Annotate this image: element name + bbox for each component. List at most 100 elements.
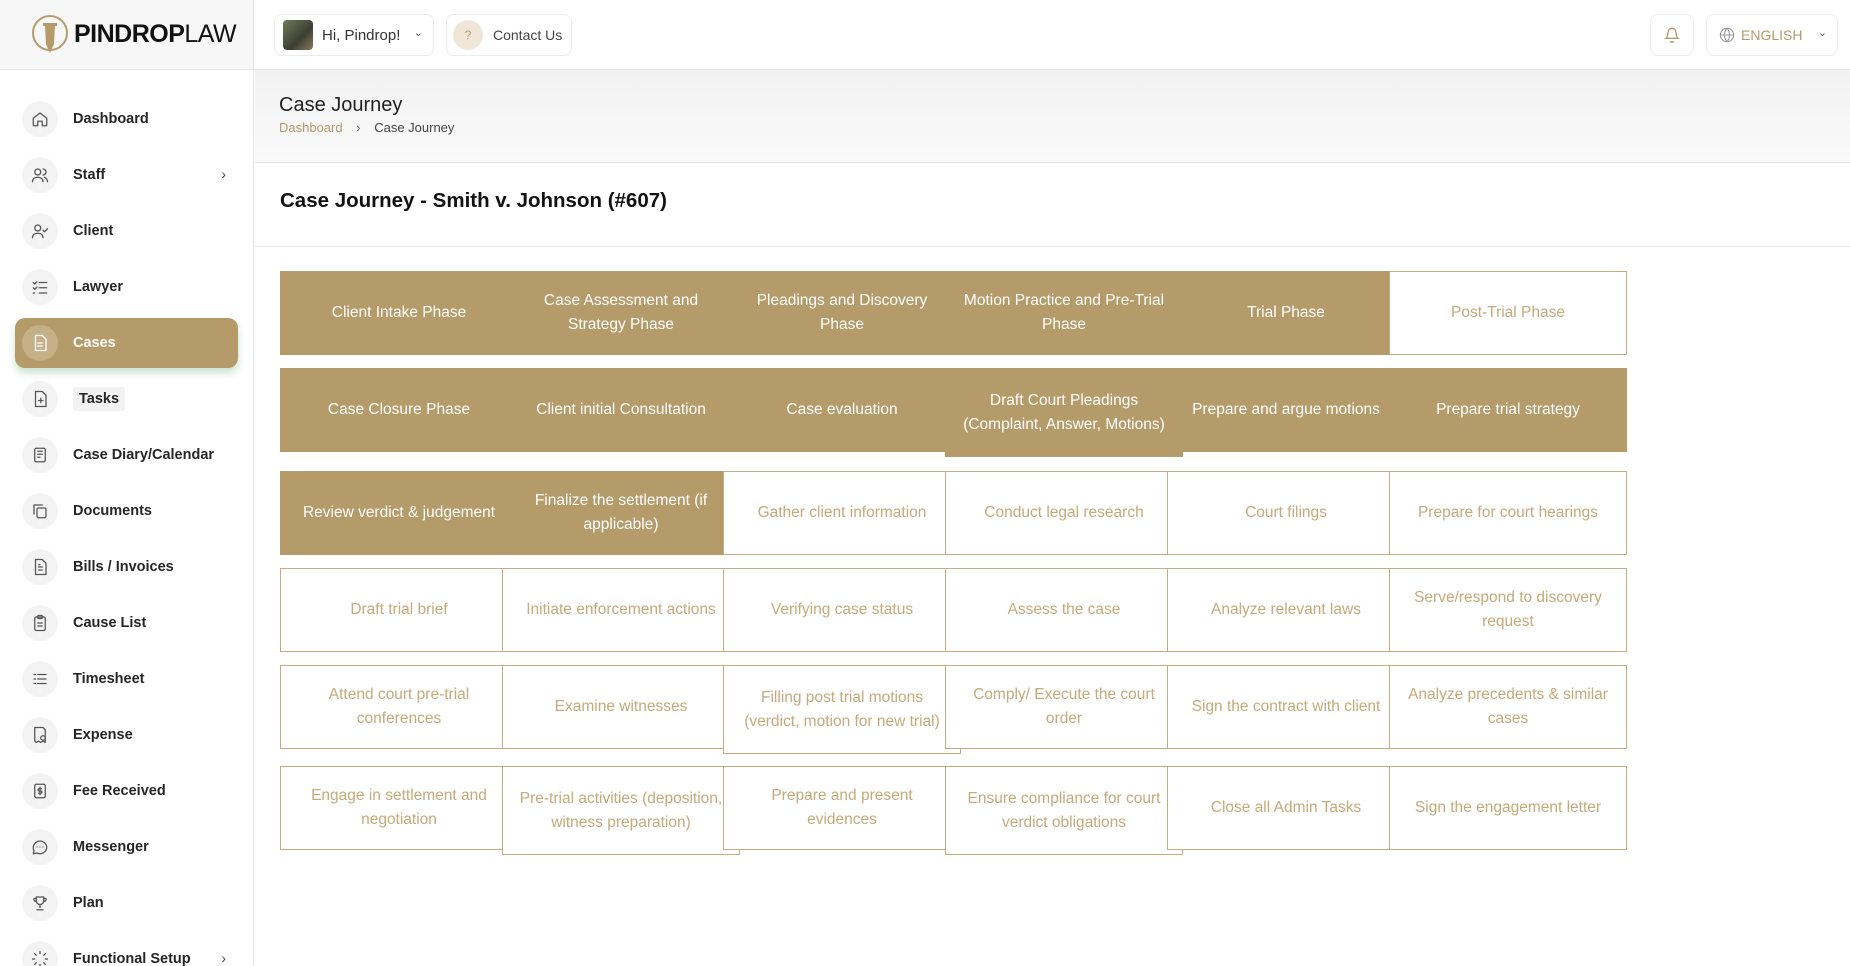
journey-card[interactable]: Engage in settlement and negotiation <box>280 766 518 850</box>
list-icon <box>22 661 58 697</box>
invoice-icon <box>22 549 58 585</box>
chevron-right-icon: › <box>221 950 226 966</box>
journey-card[interactable]: Post-Trial Phase <box>1389 271 1627 355</box>
journey-card[interactable]: Sign the engagement letter <box>1389 766 1627 850</box>
sidebar-item-lawyer[interactable]: Lawyer <box>15 262 238 312</box>
sidebar-item-label: Cases <box>73 335 116 351</box>
sidebar-item-label: Bills / Invoices <box>73 559 174 575</box>
journey-card[interactable]: Examine witnesses <box>502 665 740 749</box>
page-header: Case Journey Dashboard › Case Journey <box>255 70 1850 163</box>
journey-card[interactable]: Draft trial brief <box>280 568 518 652</box>
journey-card[interactable]: Sign the contract with client <box>1167 665 1405 749</box>
journey-card[interactable]: Prepare and present evidences <box>723 766 961 850</box>
user-greeting: Hi, Pindrop! <box>322 26 401 44</box>
sidebar-item-label: Messenger <box>73 839 149 855</box>
sidebar-item-cases[interactable]: Cases <box>15 318 238 368</box>
receipt-icon <box>22 717 58 753</box>
breadcrumb: Dashboard › Case Journey <box>279 120 454 135</box>
journey-card[interactable]: Ensure compliance for court verdict obli… <box>945 766 1183 855</box>
journey-card[interactable]: Pre-trial activities (deposition, witnes… <box>502 766 740 855</box>
journey-card[interactable]: Prepare and argue motions <box>1167 368 1405 452</box>
sidebar-item-client[interactable]: Client <box>15 206 238 256</box>
sidebar-item-label: Functional Setup <box>73 951 191 966</box>
help-circle-icon: ? <box>453 20 483 50</box>
sidebar-item-case-diary-calendar[interactable]: Case Diary/Calendar <box>15 430 238 480</box>
users-icon <box>22 157 58 193</box>
home-icon <box>22 101 58 137</box>
case-journey-header: Case Journey - Smith v. Johnson (#607) <box>255 163 1850 247</box>
chat-icon <box>22 829 58 865</box>
sidebar-item-staff[interactable]: Staff › <box>15 150 238 200</box>
journey-card[interactable]: Client Intake Phase <box>280 271 518 355</box>
sidebar-item-label: Client <box>73 223 114 239</box>
breadcrumb-link-dashboard[interactable]: Dashboard <box>279 120 343 135</box>
journey-card[interactable]: Finalize the settlement (if applicable) <box>502 471 740 555</box>
sidebar-item-messenger[interactable]: Messenger <box>15 822 238 872</box>
avatar <box>283 20 313 50</box>
journey-card[interactable]: Gather client information <box>723 471 961 555</box>
dollar-file-icon <box>22 773 58 809</box>
journey-card[interactable]: Analyze precedents & similar cases <box>1389 665 1627 749</box>
sidebar-nav: Dashboard Staff › Client Lawyer Cases Tasks Cas… <box>0 70 253 966</box>
document-icon <box>22 325 58 361</box>
journey-card[interactable]: Motion Practice and Pre-Trial Phase <box>945 271 1183 355</box>
contact-us-button[interactable]: ? Contact Us <box>446 14 572 56</box>
sidebar-item-label: Documents <box>73 503 152 519</box>
user-menu-button[interactable]: Hi, Pindrop! ⌄ <box>274 14 434 56</box>
sidebar-item-label: Tasks <box>73 387 126 411</box>
sidebar-item-bills-invoices[interactable]: Bills / Invoices <box>15 542 238 592</box>
journey-card[interactable]: Attend court pre-trial conferences <box>280 665 518 749</box>
sidebar-item-dashboard[interactable]: Dashboard <box>15 94 238 144</box>
journey-card[interactable]: Conduct legal research <box>945 471 1183 555</box>
sidebar-item-label: Timesheet <box>73 671 145 687</box>
sidebar-item-documents[interactable]: Documents <box>15 486 238 536</box>
journey-card[interactable]: Initiate enforcement actions <box>502 568 740 652</box>
journey-card[interactable]: Case Assessment and Strategy Phase <box>502 271 740 355</box>
sidebar-item-plan[interactable]: Plan <box>15 878 238 928</box>
journey-card[interactable]: Filling post trial motions (verdict, mot… <box>723 665 961 754</box>
sidebar-item-label: Cause List <box>73 615 147 631</box>
journey-card[interactable]: Draft Court Pleadings (Complaint, Answer… <box>945 368 1183 457</box>
trophy-icon <box>22 885 58 921</box>
journey-card[interactable]: Close all Admin Tasks <box>1167 766 1405 850</box>
pillar-logo-icon <box>32 13 68 57</box>
sidebar-item-label: Expense <box>73 727 133 743</box>
brand-logo[interactable]: PINDROPLAW <box>0 0 253 70</box>
journey-card[interactable]: Analyze relevant laws <box>1167 568 1405 652</box>
user-check-icon <box>22 213 58 249</box>
sidebar-item-fee-received[interactable]: Fee Received <box>15 766 238 816</box>
notifications-button[interactable] <box>1650 14 1694 56</box>
sidebar-item-functional-setup[interactable]: Functional Setup › <box>15 934 238 966</box>
chevron-right-icon: › <box>356 120 361 135</box>
topbar: Hi, Pindrop! ⌄ ? Contact Us ENGLISH ⌄ <box>254 0 1850 70</box>
journey-card[interactable]: Review verdict & judgement <box>280 471 518 555</box>
brand-name: PINDROPLAW <box>74 20 237 48</box>
language-selector[interactable]: ENGLISH ⌄ <box>1706 14 1838 56</box>
journey-card[interactable]: Pleadings and Discovery Phase <box>723 271 961 355</box>
journey-card[interactable]: Case evaluation <box>723 368 961 452</box>
journey-card[interactable]: Trial Phase <box>1167 271 1405 355</box>
sidebar-item-label: Plan <box>73 895 104 911</box>
diary-icon <box>22 437 58 473</box>
sidebar-item-label: Lawyer <box>73 279 123 295</box>
sidebar-item-cause-list[interactable]: Cause List <box>15 598 238 648</box>
journey-card[interactable]: Prepare trial strategy <box>1389 368 1627 452</box>
contact-us-label: Contact Us <box>493 27 563 43</box>
journey-card[interactable]: Client initial Consultation <box>502 368 740 452</box>
globe-icon <box>1719 27 1735 43</box>
chevron-down-icon: ⌄ <box>413 27 423 39</box>
journey-card[interactable]: Case Closure Phase <box>280 368 518 452</box>
breadcrumb-current: Case Journey <box>374 120 455 135</box>
journey-card[interactable]: Serve/respond to discovery request <box>1389 568 1627 652</box>
journey-card[interactable]: Comply/ Execute the court order <box>945 665 1183 749</box>
journey-card[interactable]: Assess the case <box>945 568 1183 652</box>
journey-card[interactable]: Court filings <box>1167 471 1405 555</box>
copy-icon <box>22 493 58 529</box>
journey-card[interactable]: Verifying case status <box>723 568 961 652</box>
sidebar-item-expense[interactable]: Expense <box>15 710 238 760</box>
sidebar-item-timesheet[interactable]: Timesheet <box>15 654 238 704</box>
journey-card[interactable]: Prepare for court hearings <box>1389 471 1627 555</box>
sidebar: PINDROPLAW Dashboard Staff › Client Lawyer Ca… <box>0 0 254 966</box>
sidebar-item-tasks[interactable]: Tasks <box>15 374 238 424</box>
sidebar-item-label: Staff <box>73 167 106 183</box>
